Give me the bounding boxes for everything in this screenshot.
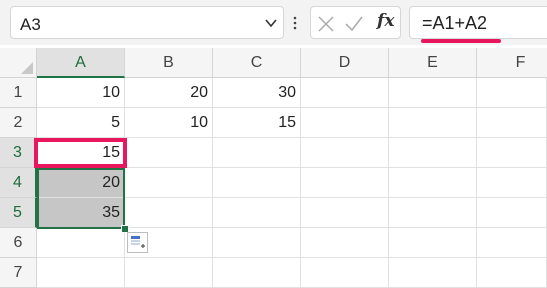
- select-all-button[interactable]: [0, 48, 37, 78]
- cell-e4[interactable]: [389, 168, 477, 198]
- cell-f3[interactable]: [477, 138, 547, 168]
- column-header-c[interactable]: C: [213, 48, 301, 78]
- cell-c3[interactable]: [213, 138, 301, 168]
- selection-border: [37, 168, 125, 229]
- row-header-4[interactable]: 4: [0, 168, 37, 198]
- cell-c4[interactable]: [213, 168, 301, 198]
- cell-d1[interactable]: [301, 78, 389, 108]
- cell-b1[interactable]: 20: [125, 78, 213, 108]
- cell-c1[interactable]: 30: [213, 78, 301, 108]
- formula-input[interactable]: =A1+A2: [409, 6, 547, 39]
- cell-f5[interactable]: [477, 198, 547, 228]
- cell-e3[interactable]: [389, 138, 477, 168]
- column-header-e[interactable]: E: [389, 48, 477, 78]
- formula-buttons: fx: [310, 6, 401, 39]
- cell-f2[interactable]: [477, 108, 547, 138]
- cell-a2[interactable]: 5: [37, 108, 125, 138]
- column-header-a[interactable]: A: [37, 48, 125, 78]
- active-cell-highlight: [34, 138, 127, 168]
- column-header-d[interactable]: D: [301, 48, 389, 78]
- cell-f1[interactable]: [477, 78, 547, 108]
- cell-e5[interactable]: [389, 198, 477, 228]
- quick-analysis-button[interactable]: [127, 232, 148, 253]
- quick-analysis-icon: [131, 236, 145, 248]
- cancel-x-icon[interactable]: [317, 15, 335, 33]
- row-header-6[interactable]: 6: [0, 228, 37, 258]
- row-header-5[interactable]: 5: [0, 198, 37, 228]
- cell-c2[interactable]: 15: [213, 108, 301, 138]
- formula-highlight-underline: [421, 39, 501, 43]
- cell-c6[interactable]: [213, 228, 301, 258]
- cell-a1[interactable]: 10: [37, 78, 125, 108]
- cell-d4[interactable]: [301, 168, 389, 198]
- select-all-triangle-icon: [21, 62, 33, 74]
- cell-d2[interactable]: [301, 108, 389, 138]
- formula-bar: A3 fx =A1+A2: [0, 0, 547, 45]
- row-header-3[interactable]: 3: [0, 138, 37, 168]
- name-box[interactable]: A3: [10, 6, 284, 39]
- cell-b3[interactable]: [125, 138, 213, 168]
- cell-d6[interactable]: [301, 228, 389, 258]
- cell-e1[interactable]: [389, 78, 477, 108]
- spreadsheet-grid: A B C D E F 1 2 3 4 5 6 7 10 20 30 5 10 …: [0, 48, 547, 288]
- cell-d5[interactable]: [301, 198, 389, 228]
- cell-b2[interactable]: 10: [125, 108, 213, 138]
- cell-d3[interactable]: [301, 138, 389, 168]
- row-header-1[interactable]: 1: [0, 78, 37, 108]
- row-header-2[interactable]: 2: [0, 108, 37, 138]
- cell-f4[interactable]: [477, 168, 547, 198]
- enter-check-icon[interactable]: [344, 15, 364, 33]
- column-header-f[interactable]: F: [477, 48, 547, 78]
- cell-c5[interactable]: [213, 198, 301, 228]
- cell-e2[interactable]: [389, 108, 477, 138]
- cell-a6[interactable]: [37, 228, 125, 258]
- cell-b4[interactable]: [125, 168, 213, 198]
- formula-text: =A1+A2: [422, 13, 488, 33]
- chevron-down-icon[interactable]: [264, 16, 278, 30]
- name-box-value: A3: [20, 15, 41, 34]
- cell-b5[interactable]: [125, 198, 213, 228]
- cell-f6[interactable]: [477, 228, 547, 258]
- cell-e6[interactable]: [389, 228, 477, 258]
- vertical-dots-icon[interactable]: [293, 16, 297, 30]
- column-header-b[interactable]: B: [125, 48, 213, 78]
- insert-function-button[interactable]: fx: [377, 11, 394, 31]
